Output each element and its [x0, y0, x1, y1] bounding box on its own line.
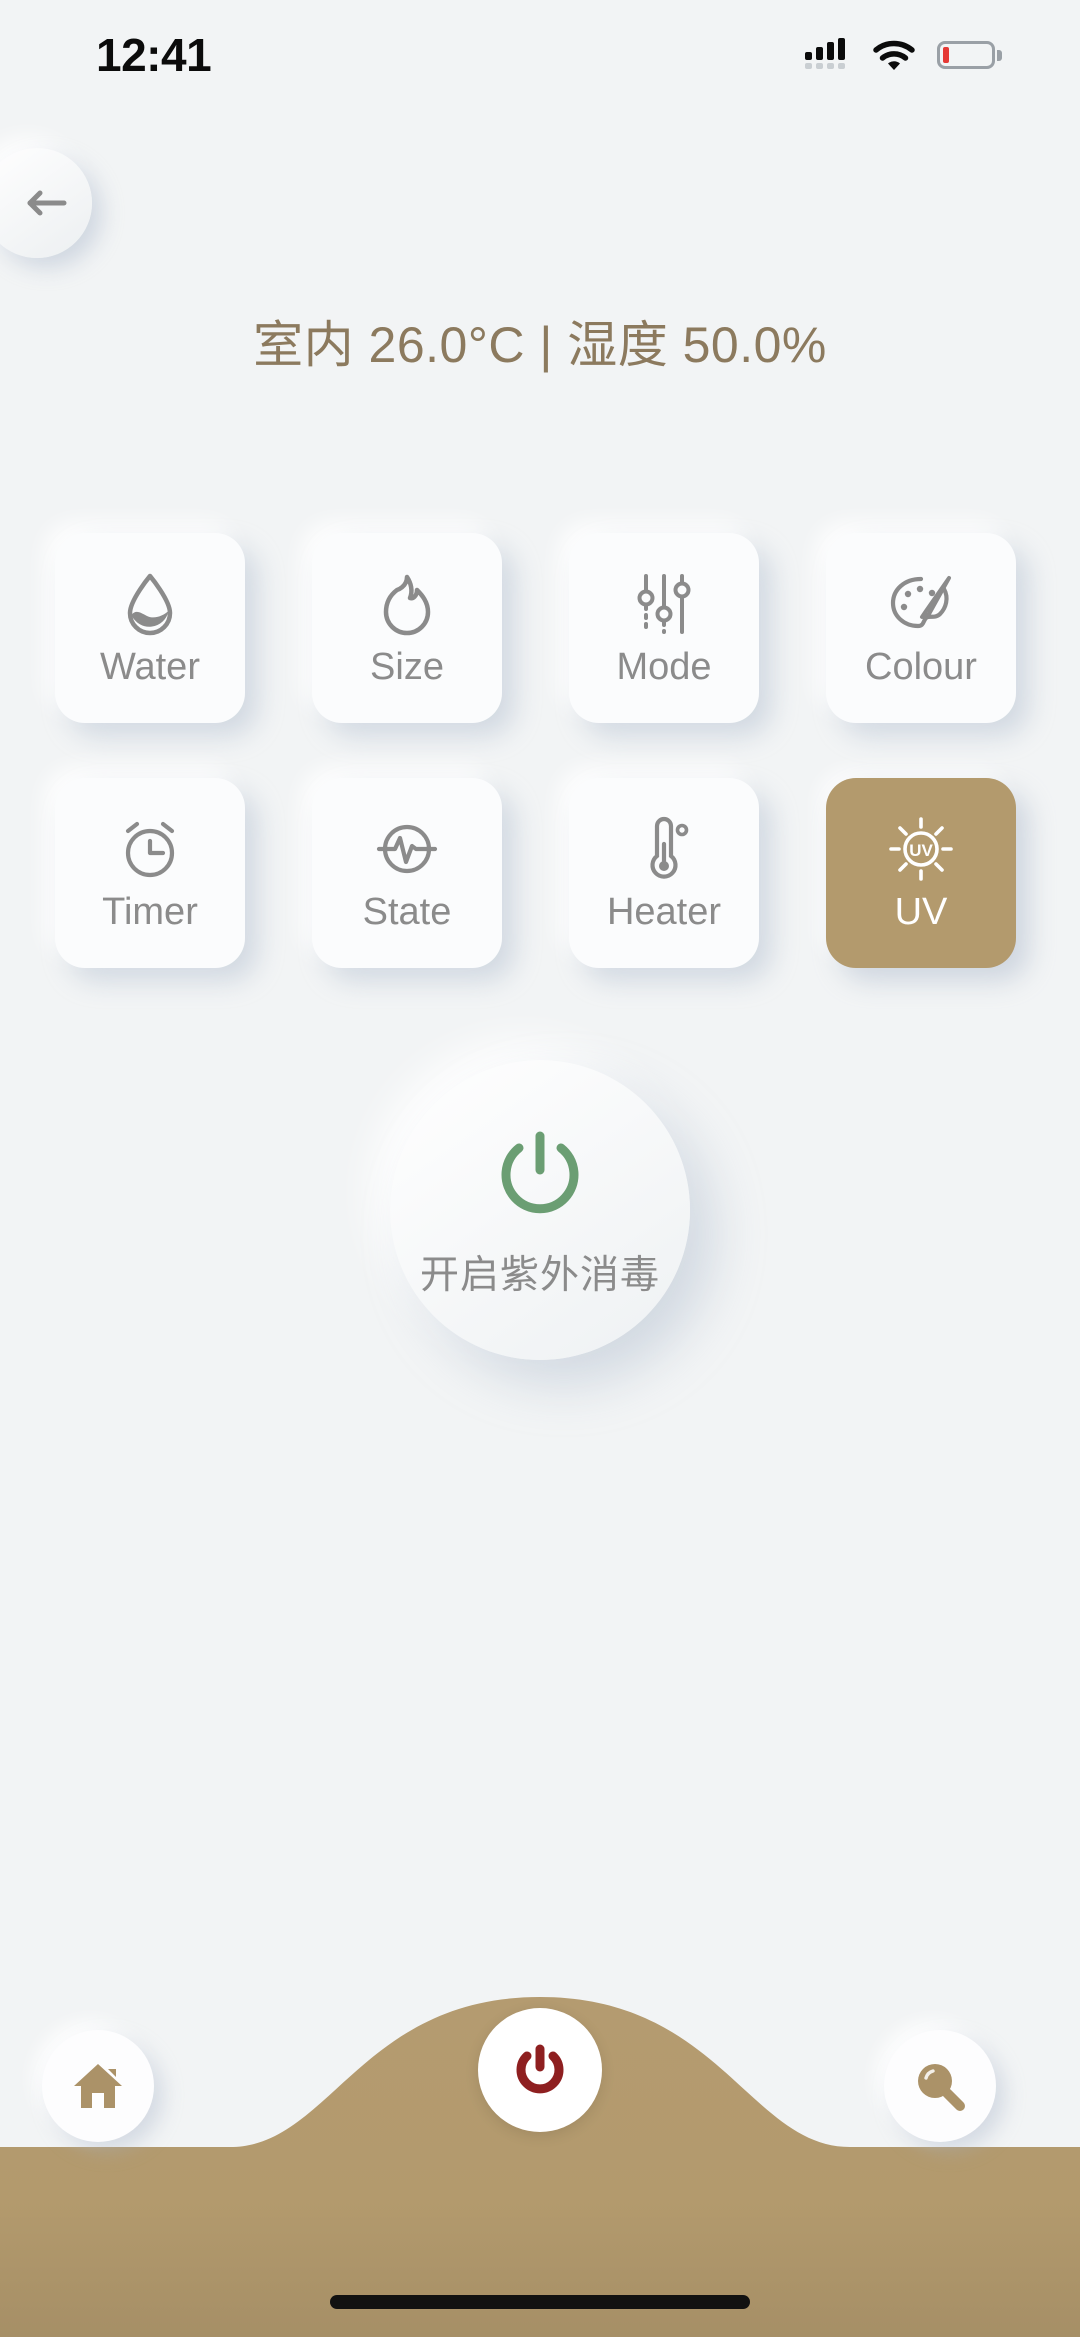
uv-power-button[interactable]: 开启紫外消毒 — [390, 1060, 690, 1360]
status-bar: 12:41 — [0, 0, 1080, 110]
nav-search-button[interactable] — [884, 2030, 996, 2142]
power-icon — [501, 1131, 579, 1214]
environment-readout: 室内 26.0°C | 湿度 50.0% — [253, 317, 827, 373]
tile-label: Water — [100, 646, 200, 688]
power-icon — [516, 2044, 564, 2094]
tile-timer[interactable]: Timer — [55, 778, 245, 968]
tile-water[interactable]: Water — [55, 533, 245, 723]
back-button[interactable] — [0, 148, 92, 258]
water-drop-icon — [116, 570, 184, 638]
thermometer-icon — [630, 815, 698, 883]
tile-label: State — [362, 891, 452, 933]
tile-label: Timer — [102, 891, 198, 933]
pulse-circle-icon — [373, 815, 441, 883]
battery-low-icon — [937, 41, 1002, 69]
nav-power-button[interactable] — [478, 2008, 602, 2132]
phone-screen: 12:41 室内 26.0°C | 湿度 50.0% Water Size Mo… — [0, 0, 1080, 2337]
uv-power-label: 开启紫外消毒 — [419, 1254, 660, 1297]
arrow-left-icon — [27, 190, 67, 216]
flame-icon — [373, 570, 441, 638]
bottom-navigation — [0, 1957, 1080, 2337]
wifi-icon — [873, 40, 915, 70]
home-indicator — [330, 2295, 750, 2309]
status-indicators — [805, 38, 1002, 72]
tile-label: Heater — [606, 891, 722, 933]
search-icon — [918, 2064, 965, 2111]
home-icon — [74, 2064, 122, 2108]
tile-label: Colour — [865, 646, 977, 688]
svg-text:UV: UV — [909, 841, 933, 860]
tile-label: UV — [894, 891, 948, 933]
status-time: 12:41 — [96, 29, 212, 81]
signal-bars-icon — [805, 38, 851, 72]
tile-label: Size — [370, 646, 444, 688]
tile-mode[interactable]: Mode — [569, 533, 759, 723]
tile-heater[interactable]: Heater — [569, 778, 759, 968]
nav-home-button[interactable] — [42, 2030, 154, 2142]
tile-colour[interactable]: Colour — [826, 533, 1016, 723]
tile-state[interactable]: State — [312, 778, 502, 968]
alarm-clock-icon — [116, 815, 184, 883]
sliders-icon — [630, 570, 698, 638]
palette-icon — [887, 570, 955, 638]
tile-uv[interactable]: UV UV — [826, 778, 1016, 968]
tile-size[interactable]: Size — [312, 533, 502, 723]
tile-label: Mode — [616, 646, 712, 688]
control-grid: Water Size Mode Colour Timer State Heate… — [55, 533, 1025, 968]
uv-sun-icon: UV — [887, 815, 955, 883]
